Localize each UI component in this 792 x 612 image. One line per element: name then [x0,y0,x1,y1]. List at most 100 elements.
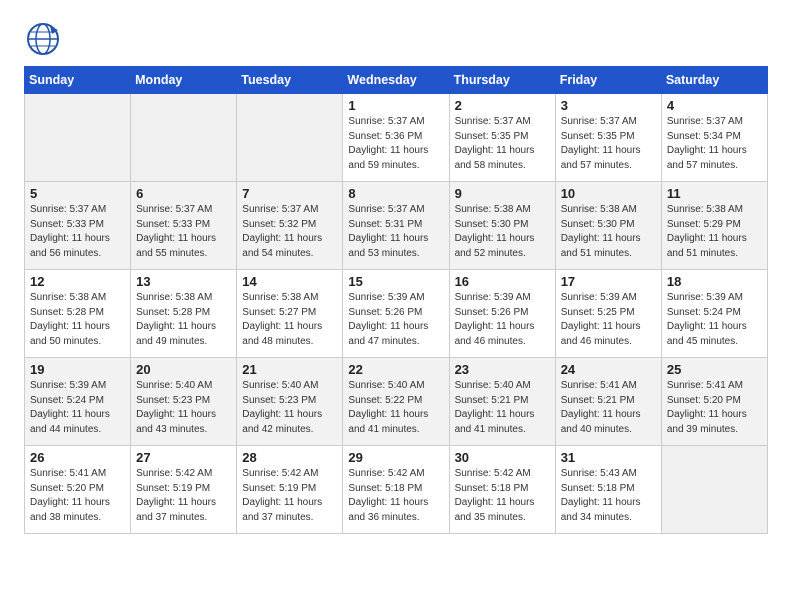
day-number: 6 [136,186,231,201]
weekday-header-row: SundayMondayTuesdayWednesdayThursdayFrid… [25,67,768,94]
calendar-cell [237,94,343,182]
day-number: 14 [242,274,337,289]
calendar-cell: 19 Sunrise: 5:39 AM Sunset: 5:24 PM Dayli… [25,358,131,446]
calendar-cell: 16Sunrise: 5:39 AM Sunset: 5:26 PM Dayli… [449,270,555,358]
day-info: Sunrise: 5:41 AM Sunset: 5:21 PM Dayligh… [561,379,656,437]
calendar-cell: 6 Sunrise: 5:37 AM Sunset: 5:33 PM Daylig… [131,182,237,270]
weekday-header-monday: Monday [131,67,237,94]
day-info: Sunrise: 5:39 AM Sunset: 5:26 PM Dayligh… [455,291,550,349]
calendar-cell: 22 Sunrise: 5:40 AM Sunset: 5:22 PM Dayli… [343,358,449,446]
day-info: Sunrise: 5:38 AM Sunset: 5:27 PM Dayligh… [242,291,337,349]
day-info: Sunrise: 5:38 AM Sunset: 5:28 PM Dayligh… [136,291,231,349]
calendar-cell: 31 Sunrise: 5:43 AM Sunset: 5:18 PM Dayli… [555,446,661,534]
day-info: Sunrise: 5:40 AM Sunset: 5:21 PM Dayligh… [455,379,550,437]
day-number: 3 [561,98,656,113]
day-info: Sunrise: 5:40 AM Sunset: 5:23 PM Dayligh… [136,379,231,437]
day-number: 1 [348,98,443,113]
calendar-cell: 3 Sunrise: 5:37 AM Sunset: 5:35 PM Daylig… [555,94,661,182]
calendar-cell: 9 Sunrise: 5:38 AM Sunset: 5:30 PM Daylig… [449,182,555,270]
day-number: 19 [30,362,125,377]
weekday-header-sunday: Sunday [25,67,131,94]
day-number: 12 [30,274,125,289]
day-info: Sunrise: 5:40 AM Sunset: 5:22 PM Dayligh… [348,379,443,437]
day-info: Sunrise: 5:42 AM Sunset: 5:19 PM Dayligh… [136,467,231,525]
day-number: 7 [242,186,337,201]
day-info: Sunrise: 5:41 AM Sunset: 5:20 PM Dayligh… [30,467,125,525]
calendar-week-row: 1 Sunrise: 5:37 AM Sunset: 5:36 PM Daylig… [25,94,768,182]
calendar-cell: 10 Sunrise: 5:38 AM Sunset: 5:30 PM Dayli… [555,182,661,270]
day-number: 26 [30,450,125,465]
calendar-week-row: 19 Sunrise: 5:39 AM Sunset: 5:24 PM Dayli… [25,358,768,446]
day-number: 28 [242,450,337,465]
calendar-cell: 28 Sunrise: 5:42 AM Sunset: 5:19 PM Dayli… [237,446,343,534]
calendar-cell: 7 Sunrise: 5:37 AM Sunset: 5:32 PM Daylig… [237,182,343,270]
calendar-week-row: 12 Sunrise: 5:38 AM Sunset: 5:28 PM Dayli… [25,270,768,358]
weekday-header-wednesday: Wednesday [343,67,449,94]
day-info: Sunrise: 5:37 AM Sunset: 5:35 PM Dayligh… [561,115,656,173]
day-info: Sunrise: 5:39 AM Sunset: 5:26 PM Dayligh… [348,291,443,349]
day-number: 10 [561,186,656,201]
calendar-cell: 17Sunrise: 5:39 AM Sunset: 5:25 PM Dayli… [555,270,661,358]
day-number: 22 [348,362,443,377]
day-info: Sunrise: 5:42 AM Sunset: 5:18 PM Dayligh… [455,467,550,525]
day-number: 13 [136,274,231,289]
calendar-table: SundayMondayTuesdayWednesdayThursdayFrid… [24,66,768,534]
day-info: Sunrise: 5:42 AM Sunset: 5:19 PM Dayligh… [242,467,337,525]
day-number: 8 [348,186,443,201]
weekday-header-friday: Friday [555,67,661,94]
calendar-cell [131,94,237,182]
day-info: Sunrise: 5:41 AM Sunset: 5:20 PM Dayligh… [667,379,762,437]
calendar-week-row: 26 Sunrise: 5:41 AM Sunset: 5:20 PM Dayli… [25,446,768,534]
calendar-cell: 2 Sunrise: 5:37 AM Sunset: 5:35 PM Daylig… [449,94,555,182]
calendar-cell: 21 Sunrise: 5:40 AM Sunset: 5:23 PM Dayli… [237,358,343,446]
weekday-header-saturday: Saturday [661,67,767,94]
calendar-cell: 18Sunrise: 5:39 AM Sunset: 5:24 PM Dayli… [661,270,767,358]
day-info: Sunrise: 5:37 AM Sunset: 5:33 PM Dayligh… [30,203,125,261]
day-number: 30 [455,450,550,465]
day-info: Sunrise: 5:43 AM Sunset: 5:18 PM Dayligh… [561,467,656,525]
calendar-cell: 12 Sunrise: 5:38 AM Sunset: 5:28 PM Dayli… [25,270,131,358]
day-number: 2 [455,98,550,113]
calendar-cell: 30 Sunrise: 5:42 AM Sunset: 5:18 PM Dayli… [449,446,555,534]
day-number: 21 [242,362,337,377]
calendar-cell [661,446,767,534]
day-number: 23 [455,362,550,377]
day-number: 9 [455,186,550,201]
day-number: 24 [561,362,656,377]
day-number: 31 [561,450,656,465]
day-number: 27 [136,450,231,465]
day-info: Sunrise: 5:38 AM Sunset: 5:29 PM Dayligh… [667,203,762,261]
day-info: Sunrise: 5:39 AM Sunset: 5:24 PM Dayligh… [667,291,762,349]
weekday-header-thursday: Thursday [449,67,555,94]
day-info: Sunrise: 5:38 AM Sunset: 5:30 PM Dayligh… [455,203,550,261]
day-info: Sunrise: 5:38 AM Sunset: 5:30 PM Dayligh… [561,203,656,261]
day-number: 20 [136,362,231,377]
calendar-cell: 15 Sunrise: 5:39 AM Sunset: 5:26 PM Dayli… [343,270,449,358]
calendar-cell: 29Sunrise: 5:42 AM Sunset: 5:18 PM Dayli… [343,446,449,534]
day-info: Sunrise: 5:37 AM Sunset: 5:36 PM Dayligh… [348,115,443,173]
calendar-cell: 14 Sunrise: 5:38 AM Sunset: 5:27 PM Dayli… [237,270,343,358]
calendar-cell: 4Sunrise: 5:37 AM Sunset: 5:34 PM Daylig… [661,94,767,182]
calendar-cell: 1 Sunrise: 5:37 AM Sunset: 5:36 PM Daylig… [343,94,449,182]
day-info: Sunrise: 5:39 AM Sunset: 5:24 PM Dayligh… [30,379,125,437]
day-number: 5 [30,186,125,201]
calendar-cell: 8Sunrise: 5:37 AM Sunset: 5:31 PM Daylig… [343,182,449,270]
calendar-cell: 13 Sunrise: 5:38 AM Sunset: 5:28 PM Dayli… [131,270,237,358]
day-number: 11 [667,186,762,201]
day-info: Sunrise: 5:38 AM Sunset: 5:28 PM Dayligh… [30,291,125,349]
calendar-cell: 24 Sunrise: 5:41 AM Sunset: 5:21 PM Dayli… [555,358,661,446]
calendar-cell: 23 Sunrise: 5:40 AM Sunset: 5:21 PM Dayli… [449,358,555,446]
calendar-cell: 5 Sunrise: 5:37 AM Sunset: 5:33 PM Daylig… [25,182,131,270]
day-info: Sunrise: 5:40 AM Sunset: 5:23 PM Dayligh… [242,379,337,437]
day-info: Sunrise: 5:37 AM Sunset: 5:33 PM Dayligh… [136,203,231,261]
page: SundayMondayTuesdayWednesdayThursdayFrid… [0,0,792,550]
globe-icon [24,20,62,58]
day-number: 25 [667,362,762,377]
header [24,20,768,58]
calendar-cell: 27 Sunrise: 5:42 AM Sunset: 5:19 PM Dayli… [131,446,237,534]
day-info: Sunrise: 5:37 AM Sunset: 5:34 PM Dayligh… [667,115,762,173]
day-number: 15 [348,274,443,289]
day-info: Sunrise: 5:37 AM Sunset: 5:32 PM Dayligh… [242,203,337,261]
calendar-cell: 25 Sunrise: 5:41 AM Sunset: 5:20 PM Dayli… [661,358,767,446]
day-info: Sunrise: 5:37 AM Sunset: 5:35 PM Dayligh… [455,115,550,173]
